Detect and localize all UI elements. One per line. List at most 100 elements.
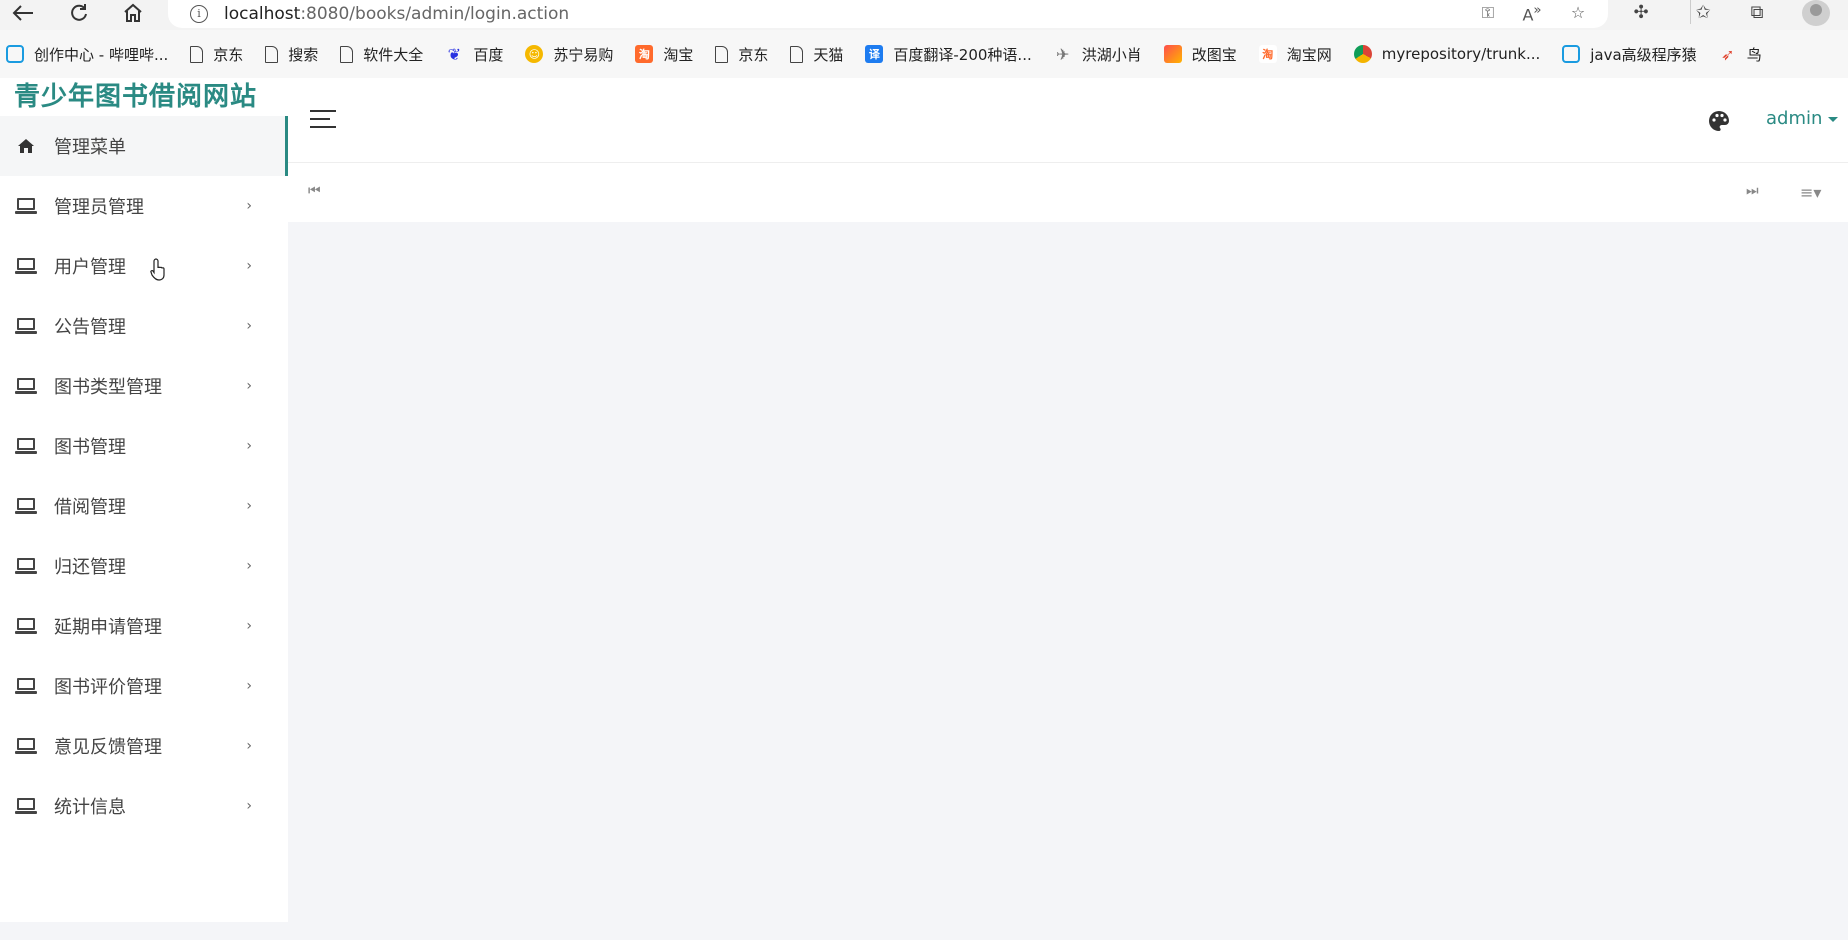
bookmarks-bar: 创作中心 - 哔哩哔... 京东 搜索 软件大全 ❦ 百度 ☺ 苏宁易购 淘淘宝 京… [0,30,1848,78]
extensions-icon[interactable]: ✣ [1628,2,1654,26]
bookmark-label: 改图宝 [1191,45,1237,64]
laptop-icon [14,798,38,814]
bookmark-label: myrepository/trunk... [1381,45,1541,63]
bookmark-item[interactable]: 淘淘宝网 [1258,44,1332,65]
menu-toggle-icon[interactable] [310,110,336,130]
bookmark-item[interactable]: java高级程序猿 [1562,44,1697,65]
sidebar-item-menu[interactable]: 管理菜单 [0,116,288,176]
theme-palette-icon[interactable] [1708,110,1730,132]
bookmark-item[interactable]: 淘淘宝 [635,44,693,65]
sidebar-item-admins[interactable]: 管理员管理 › [0,176,288,236]
chrome-icon [1353,45,1372,63]
bookmark-label: 淘宝网 [1286,45,1332,64]
bookmark-label: 京东 [738,45,769,64]
favorite-add-icon[interactable]: ☆ [1566,3,1590,25]
url-path: :8080/books/admin/login.action [300,4,570,24]
chevron-right-icon: › [246,558,252,574]
laptop-icon [14,258,38,274]
bookmark-label: 软件大全 [363,45,424,64]
sidebar-item-label: 用户管理 [54,257,126,278]
bookmark-label: 洪湖小肖 [1081,45,1142,64]
bookmark-item[interactable]: 创作中心 - 哔哩哔... [6,44,168,65]
page-icon [265,45,279,63]
taobao-icon: 淘 [635,45,654,63]
sidebar-item-label: 统计信息 [54,797,126,818]
hh-icon: ✈ [1056,44,1070,64]
sidebar-item-book-types[interactable]: 图书类型管理 › [0,356,288,416]
bookmark-item[interactable]: 京东 [715,44,768,65]
hand-cursor-icon [150,258,168,282]
bookmark-item[interactable]: 译百度翻译-200种语... [865,44,1032,65]
sidebar-item-users[interactable]: 用户管理 › [0,236,288,296]
bookmark-label: 百度 [473,45,504,64]
bookmark-item[interactable]: 京东 [190,44,243,65]
bookmark-label: 苏宁易购 [553,45,614,64]
sidebar-item-notices[interactable]: 公告管理 › [0,296,288,356]
user-menu[interactable]: admin [1766,108,1839,129]
sidebar-item-extension[interactable]: 延期申请管理 › [0,596,288,656]
admin-app: 青少年图书借阅网站 管理菜单 管理员管理 › 用户管理 › 公告管理 › 图书类… [0,78,1848,940]
profile-avatar[interactable] [1802,0,1830,26]
chevron-right-icon: › [246,678,252,694]
sidebar-item-reviews[interactable]: 图书评价管理 › [0,656,288,716]
chevron-right-icon: › [246,198,252,214]
address-bar[interactable]: i localhost:8080/books/admin/login.actio… [168,0,1608,28]
tab-scroll-left-icon[interactable]: ⏮ [308,183,326,201]
sidebar-item-statistics[interactable]: 统计信息 › [0,776,288,836]
laptop-icon [14,378,38,394]
bird-icon: ➶ [1720,44,1735,64]
bookmark-item[interactable]: ☺ 苏宁易购 [525,44,613,65]
sidebar-item-books[interactable]: 图书管理 › [0,416,288,476]
chevron-right-icon: › [246,498,252,514]
baidu-paw-icon: ❦ [447,44,462,64]
sidebar-item-feedback[interactable]: 意见反馈管理 › [0,716,288,776]
chevron-right-icon: › [246,378,252,394]
laptop-icon [14,558,38,574]
site-brand: 青少年图书借阅网站 [14,82,258,112]
translate-icon: 译 [865,45,884,63]
bookmark-item[interactable]: 天猫 [790,44,843,65]
laptop-icon [14,618,38,634]
bookmark-item[interactable]: ❦ 百度 [445,44,504,65]
sidebar-item-label: 延期申请管理 [54,617,162,638]
laptop-icon [14,318,38,334]
sidebar-item-label: 管理员管理 [54,197,144,218]
collections-icon[interactable]: ⧉ [1744,2,1770,26]
sidebar-item-return[interactable]: 归还管理 › [0,536,288,596]
laptop-icon [14,438,38,454]
main-content [288,222,1848,940]
sidebar-item-label: 图书类型管理 [54,377,162,398]
bookmark-label: java高级程序猿 [1590,45,1697,64]
bookmark-item[interactable]: 软件大全 [340,44,423,65]
sidebar-item-label: 归还管理 [54,557,126,578]
tab-scroll-right-icon[interactable]: ⏭ [1746,183,1764,201]
sidebar-item-label: 借阅管理 [54,497,126,518]
bookmark-label: 天猫 [813,45,844,64]
taobao-icon: 淘 [1258,45,1277,63]
bookmark-item[interactable]: 改图宝 [1163,44,1237,65]
bookmark-item[interactable]: 搜索 [265,44,318,65]
bilibili-icon [6,45,24,63]
tab-options-icon[interactable]: ≡▾ [1800,183,1821,202]
sidebar-item-label: 图书评价管理 [54,677,162,698]
bookmark-label: 创作中心 - 哔哩哔... [34,45,169,64]
site-info-icon[interactable]: i [190,5,208,23]
tab-bar: ⏮ ⏭ ≡▾ [288,162,1848,222]
home-browser-icon[interactable] [118,0,148,26]
read-aloud-icon[interactable]: A» [1520,3,1544,25]
bookmark-label: 搜索 [288,45,319,64]
bookmark-item[interactable]: ➶ 鸟 [1719,44,1762,65]
back-icon[interactable] [8,0,38,26]
refresh-icon[interactable] [64,0,94,26]
sidebar-item-label: 公告管理 [54,317,126,338]
url-text[interactable]: localhost:8080/books/admin/login.action [224,4,569,24]
page-icon [190,45,204,63]
bookmark-label: 淘宝 [663,45,694,64]
page-icon [790,45,804,63]
sidebar-item-borrow[interactable]: 借阅管理 › [0,476,288,536]
favorites-icon[interactable]: ✩ [1690,2,1716,26]
bookmark-item[interactable]: ✈ 洪湖小肖 [1054,44,1142,65]
sidebar-item-label: 管理菜单 [54,137,126,158]
bookmark-item[interactable]: myrepository/trunk... [1353,45,1541,63]
key-icon[interactable]: ⚿ [1476,3,1500,25]
